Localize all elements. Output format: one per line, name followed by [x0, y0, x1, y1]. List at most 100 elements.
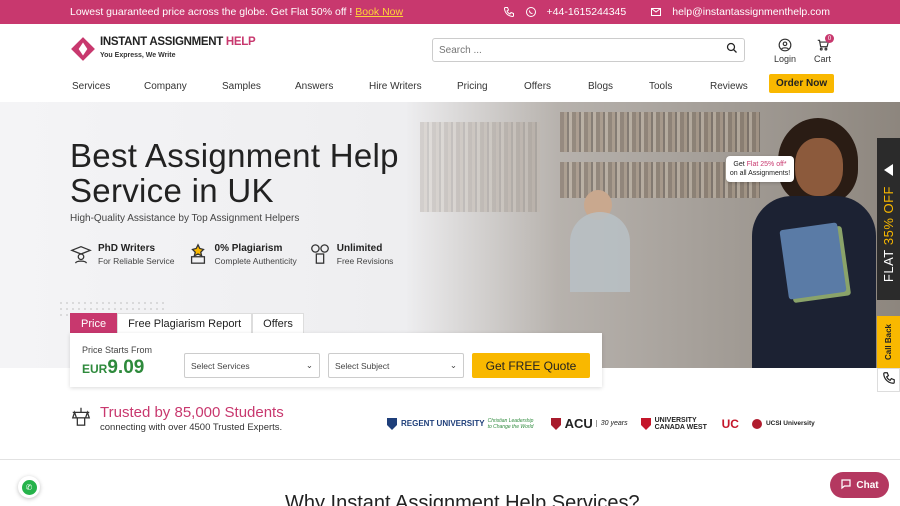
bookshelf-image [420, 122, 540, 212]
brand-tagline: You Express, We Write [100, 51, 176, 59]
feature-desc: For Reliable Service [98, 256, 175, 266]
feature-title: PhD Writers [98, 243, 156, 254]
nav-offers[interactable]: Offers [524, 81, 551, 92]
cart-count-badge: 0 [825, 34, 835, 43]
select-subject-label: Select Subject [335, 360, 390, 371]
select-subject-dropdown[interactable]: Select Subject ⌄ [328, 353, 464, 378]
header-actions: Login 0 Cart [774, 34, 835, 64]
price-value: EUR9.09 [82, 357, 145, 378]
search-icon[interactable] [726, 41, 738, 59]
phone-icon [503, 6, 515, 18]
site-logo[interactable]: INSTANT ASSIGNMENT HELP You Express, We … [70, 36, 256, 61]
university-logo: REGENT UNIVERSITY Christian Leadership t… [386, 417, 538, 431]
trust-title: Trusted by 85,000 Students [100, 404, 284, 421]
chat-label: Chat [856, 479, 879, 491]
select-services-dropdown[interactable]: Select Services ⌄ [184, 353, 320, 378]
chat-button[interactable]: Chat [830, 472, 889, 498]
top-promo-bar: Lowest guaranteed price across the globe… [0, 0, 900, 24]
contact-links: +44-1615244345 help@instantassignmenthel… [503, 6, 830, 18]
hero-subtitle: High-Quality Assistance by Top Assignmen… [70, 213, 300, 224]
revision-icon [309, 243, 331, 270]
site-header: INSTANT ASSIGNMENT HELP You Express, We … [0, 24, 900, 72]
get-free-quote-button[interactable]: Get FREE Quote [472, 353, 590, 378]
books-image [779, 222, 847, 300]
feature-item: 0% Plagiarism Complete Authenticity [187, 243, 297, 270]
nav-company[interactable]: Company [144, 81, 187, 92]
side-offer-text: FLAT 35% OFF [881, 186, 896, 283]
feature-list: PhD Writers For Reliable Service 0% Plagi… [70, 243, 393, 270]
side-offer-tab[interactable]: FLAT 35% OFF [877, 138, 900, 300]
university-logo: ACU 30 years [550, 416, 628, 431]
feature-item: PhD Writers For Reliable Service [70, 243, 175, 270]
hero-title: Best Assignment Help Service in UK [70, 137, 399, 209]
shield-icon [640, 417, 651, 430]
brand-name: INSTANT ASSIGNMENT HELP [100, 36, 256, 49]
quote-panel: Price Starts From EUR9.09 Select Service… [70, 333, 602, 387]
nav-tools[interactable]: Tools [649, 81, 672, 92]
nav-answers[interactable]: Answers [295, 81, 333, 92]
bookshelf-image [560, 112, 760, 152]
tab-free-plagiarism-report[interactable]: Free Plagiarism Report [117, 313, 253, 333]
trust-section: Trusted by 85,000 Students connecting wi… [70, 404, 284, 433]
shield-icon [751, 418, 762, 429]
feature-desc: Complete Authenticity [214, 256, 297, 266]
whatsapp-icon [525, 6, 537, 18]
main-nav: Services Company Samples Answers Hire Wr… [0, 72, 900, 102]
chevron-down-icon: ⌄ [449, 360, 457, 370]
mail-icon [650, 6, 662, 18]
feature-item: Unlimited Free Revisions [309, 243, 394, 270]
award-icon [187, 243, 209, 270]
user-icon [778, 38, 792, 54]
whatsapp-button[interactable]: ✆ [18, 476, 40, 498]
whatsapp-icon: ✆ [21, 479, 37, 495]
university-logos: REGENT UNIVERSITY Christian Leadership t… [386, 416, 815, 431]
book-now-link[interactable]: Book Now [355, 6, 403, 18]
nav-hire-writers[interactable]: Hire Writers [369, 81, 422, 92]
login-label: Login [774, 54, 797, 64]
promo-text: Lowest guaranteed price across the globe… [70, 6, 403, 18]
select-services-label: Select Services [191, 360, 250, 371]
trust-subtitle: connecting with over 4500 Trusted Expert… [100, 422, 283, 433]
discount-bubble: Get Flat 25% off* on all Assignments! [726, 156, 794, 182]
nav-services[interactable]: Services [72, 81, 110, 92]
order-now-button[interactable]: Order Now [769, 74, 835, 93]
shield-icon [550, 417, 561, 430]
university-logo: UC [721, 416, 739, 431]
search-input[interactable] [439, 44, 726, 56]
nav-blogs[interactable]: Blogs [588, 81, 613, 92]
student-photo [795, 138, 843, 196]
chat-bubble-icon [840, 478, 852, 493]
university-logo: UNIVERSITY CANADA WEST [640, 417, 710, 431]
call-back-button[interactable]: Call Back [877, 316, 900, 368]
cart-button[interactable]: 0 Cart [814, 34, 835, 64]
phone-number-link[interactable]: +44-1615244345 [547, 6, 627, 18]
shield-icon [387, 417, 397, 430]
nav-reviews[interactable]: Reviews [710, 81, 748, 92]
student-figure [570, 212, 630, 292]
arrow-left-icon [884, 164, 893, 176]
nav-pricing[interactable]: Pricing [457, 81, 488, 92]
feature-desc: Free Revisions [336, 256, 394, 266]
tab-offers[interactable]: Offers [252, 313, 304, 333]
university-logo: UCSI University [751, 417, 815, 431]
quote-tabs: Price Free Plagiarism Report Offers [70, 313, 304, 333]
feature-title: Unlimited [336, 243, 383, 254]
section-divider [0, 459, 900, 460]
logo-mark-icon [70, 36, 95, 61]
call-back-label: Call Back [884, 323, 893, 361]
search-box [432, 38, 745, 62]
promo-message: Lowest guaranteed price across the globe… [70, 6, 353, 18]
trust-icon [70, 405, 92, 432]
phone-icon [882, 371, 896, 390]
tab-price[interactable]: Price [70, 313, 118, 333]
side-phone-button[interactable] [877, 368, 900, 392]
chevron-down-icon: ⌄ [305, 360, 313, 370]
section-title: Why Instant Assignment Help Services? [285, 492, 640, 506]
feature-title: 0% Plagiarism [214, 243, 283, 254]
login-button[interactable]: Login [774, 38, 796, 64]
graduate-icon [70, 243, 92, 270]
cart-label: Cart [814, 54, 832, 64]
email-link[interactable]: help@instantassignmenthelp.com [672, 6, 830, 18]
price-label: Price Starts From [82, 345, 153, 355]
nav-samples[interactable]: Samples [222, 81, 261, 92]
